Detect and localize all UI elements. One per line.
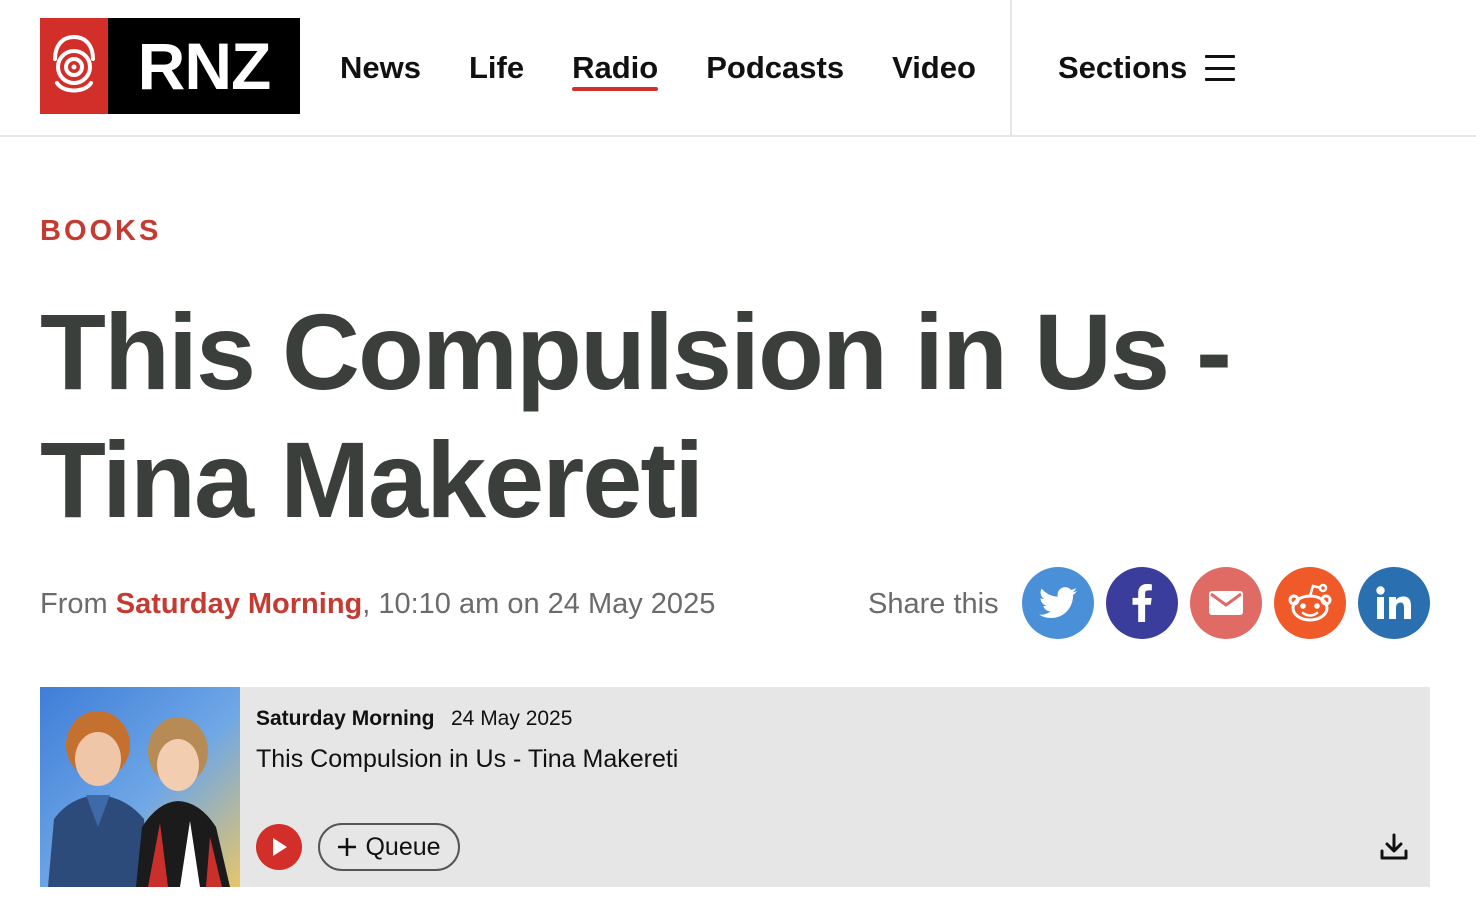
share-linkedin-button[interactable] <box>1358 567 1430 639</box>
queue-label: Queue <box>365 832 441 861</box>
main-nav: News Life Radio Podcasts Video <box>340 48 976 91</box>
nav-item-news[interactable]: News <box>340 48 421 88</box>
article-headline: This Compulsion in Us - Tina Makereti <box>40 291 1232 540</box>
nav-item-podcasts[interactable]: Podcasts <box>706 48 844 88</box>
nav-item-radio[interactable]: Radio <box>572 48 659 91</box>
nav-item-video[interactable]: Video <box>892 48 976 88</box>
share-reddit-button[interactable] <box>1274 567 1346 639</box>
player-programme-name[interactable]: Saturday Morning <box>256 705 435 733</box>
meta-datetime: , 10:10 am on 24 May 2025 <box>362 588 716 620</box>
play-icon <box>273 838 287 856</box>
rnz-logo[interactable]: RNZ <box>40 18 300 114</box>
download-icon <box>1380 833 1408 860</box>
radio-waves-icon <box>53 35 95 93</box>
article-category[interactable]: BOOKS <box>40 215 161 248</box>
hamburger-menu-icon <box>1205 55 1236 81</box>
programme-thumbnail <box>40 687 240 887</box>
meta-from-label: From <box>40 588 108 620</box>
play-button[interactable] <box>256 824 302 870</box>
facebook-icon <box>1132 584 1152 622</box>
share-email-button[interactable] <box>1190 567 1262 639</box>
player-episode-title: This Compulsion in Us - Tina Makereti <box>256 745 679 773</box>
share-buttons <box>1022 567 1430 639</box>
email-icon <box>1209 591 1243 615</box>
rnz-logo-text: RNZ <box>108 18 300 114</box>
sections-label: Sections <box>1058 50 1188 85</box>
share-label: Share this <box>868 588 999 620</box>
audio-player-card: Saturday Morning 24 May 2025 This Compul… <box>40 687 1430 887</box>
share-facebook-button[interactable] <box>1106 567 1178 639</box>
reddit-icon <box>1288 583 1332 622</box>
programme-link[interactable]: Saturday Morning <box>116 588 363 620</box>
sections-menu-button[interactable]: Sections <box>1058 48 1236 88</box>
add-to-queue-button[interactable]: Queue <box>318 823 460 871</box>
header-divider <box>1010 0 1012 137</box>
nav-item-life[interactable]: Life <box>469 48 524 88</box>
linkedin-icon <box>1376 586 1411 619</box>
download-button[interactable] <box>1380 833 1408 861</box>
share-twitter-button[interactable] <box>1022 567 1094 639</box>
article-meta: From Saturday Morning, 10:10 am on 24 Ma… <box>40 584 715 624</box>
rnz-logo-mark <box>40 18 108 114</box>
player-date: 24 May 2025 <box>451 707 573 730</box>
plus-icon <box>338 838 357 856</box>
site-header: RNZ News Life Radio Podcasts Video Secti… <box>0 0 1476 137</box>
twitter-icon <box>1039 587 1077 619</box>
